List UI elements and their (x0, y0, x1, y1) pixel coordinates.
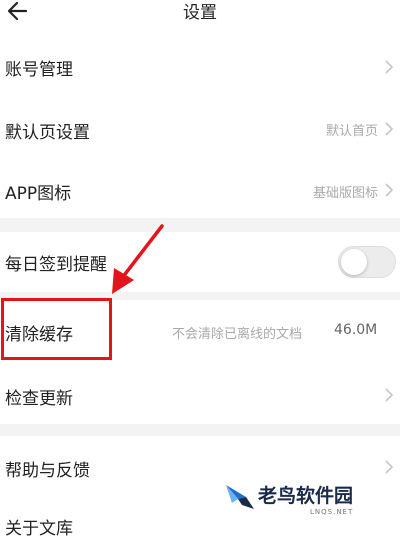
cache-note: 不会清除已离线的文档 (172, 327, 303, 342)
chevron-right-icon (385, 60, 394, 74)
settings-item-app-icon[interactable]: APP图标 基础版图标 (0, 160, 400, 218)
settings-item-value: 默认首页 (325, 124, 378, 139)
settings-item-label: 关于文库 (5, 519, 73, 539)
settings-item-default-page[interactable]: 默认页设置 默认首页 (0, 98, 400, 156)
chevron-right-icon (385, 122, 394, 136)
settings-item-label: 默认页设置 (5, 123, 90, 143)
top-bar: 设置 (0, 0, 400, 30)
chevron-right-icon (385, 388, 394, 402)
chevron-right-icon (385, 460, 394, 474)
settings-item-check-update[interactable]: 检查更新 (0, 362, 400, 424)
checkin-reminder-toggle[interactable] (338, 246, 396, 278)
settings-item-label: 账号管理 (5, 60, 73, 80)
annotation-arrow (112, 224, 164, 294)
section-divider (0, 424, 400, 436)
settings-item-account[interactable]: 账号管理 (0, 38, 400, 96)
settings-item-label: APP图标 (5, 184, 72, 204)
watermark-text: 老鸟软件园 (258, 485, 354, 507)
settings-item-label: 每日签到提醒 (5, 255, 107, 275)
settings-item-label: 帮助与反馈 (5, 461, 90, 481)
toggle-knob (341, 249, 367, 275)
page-title: 设置 (183, 3, 217, 23)
watermark: 老鸟软件园 LNQS.NET (218, 475, 400, 525)
watermark-subtext: LNQS.NET (310, 508, 354, 516)
cache-size: 46.0M (334, 322, 378, 338)
settings-item-label: 检查更新 (5, 389, 73, 409)
section-divider (0, 218, 400, 232)
bird-logo-icon (226, 485, 254, 509)
annotation-highlight-box (1, 298, 112, 360)
settings-item-value: 基础版图标 (312, 186, 378, 201)
settings-item-checkin-reminder: 每日签到提醒 (0, 232, 400, 292)
chevron-right-icon (385, 183, 394, 197)
